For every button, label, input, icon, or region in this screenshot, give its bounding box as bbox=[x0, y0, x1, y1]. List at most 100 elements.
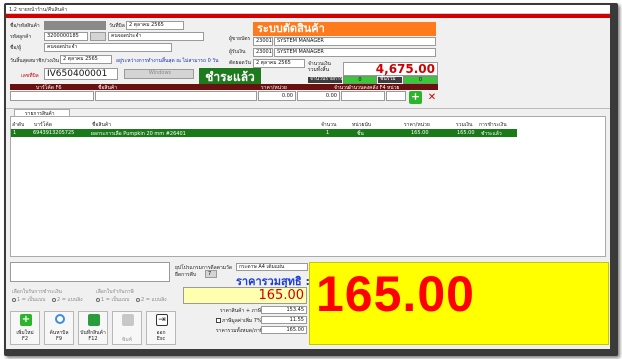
search-button-key: F9 bbox=[55, 336, 63, 342]
pcs-count: 0 bbox=[403, 76, 438, 84]
print-button-label: พิมพ์ bbox=[122, 337, 132, 343]
paper-size-select[interactable]: กระดาษ A4 เต็มแผ่น bbox=[236, 263, 308, 271]
row-unit: ชิ้น bbox=[357, 131, 364, 137]
row-status: ชำระแล้ว bbox=[481, 131, 502, 137]
due-date-field[interactable]: 2 ตุลาคม 2565 bbox=[253, 59, 305, 68]
grid-col-no: ลำดับ bbox=[12, 122, 25, 128]
window-title: 1.2 ขายหน้าร้าน/คืนสินค้า bbox=[9, 7, 68, 13]
customer-display: 165.00 bbox=[309, 262, 609, 345]
radio-icon bbox=[96, 297, 100, 302]
cashier-name-field[interactable]: SYSTEM MANAGER bbox=[274, 37, 436, 46]
search-button[interactable]: ค้นหาบิล F9 bbox=[44, 311, 74, 345]
save-button[interactable]: บันทึกสินค้า F12 bbox=[78, 311, 108, 345]
checkbox-icon bbox=[216, 318, 221, 323]
net-total-value: 165.00 bbox=[183, 287, 307, 304]
cashier-label: ผู้ขายบัตร bbox=[229, 36, 251, 42]
system-banner: ระบบตัดสินค้า bbox=[253, 22, 436, 36]
radio-icon bbox=[136, 297, 140, 302]
due-label: ตัดยอดวัน bbox=[229, 60, 251, 66]
entry-qty-input[interactable]: 0.00 bbox=[297, 91, 340, 101]
save-icon bbox=[88, 314, 100, 326]
member-no-label: รหัสลูกค้า bbox=[10, 34, 32, 40]
tax-opt2[interactable]: 2 = แบบลิง bbox=[136, 296, 167, 304]
grand-total-label: ราคารวมทั้งหมด/ภาษี bbox=[216, 328, 264, 334]
grid-col-total: รวมเงิน bbox=[456, 122, 473, 128]
member-name-field[interactable]: คนจอดประจำ bbox=[108, 32, 204, 41]
tax-opt1[interactable]: 1 = เป็นแบบ bbox=[96, 296, 129, 304]
vat-label-text: ภาษีมูลค่าเพิ่ม 7% bbox=[222, 318, 262, 324]
member-lookup-button[interactable] bbox=[90, 32, 106, 41]
approver-code-field[interactable]: 23001 bbox=[253, 48, 273, 57]
promo-value[interactable]: 7 bbox=[205, 270, 217, 278]
new-button-key: F2 bbox=[21, 336, 29, 342]
approver-name-field[interactable]: SYSTEM MANAGER bbox=[274, 48, 436, 57]
expire-note: อยู่ระหว่างการทำงานสิ้นสุด ณ ไม่สามารถ 0… bbox=[116, 58, 219, 64]
table-row[interactable]: 1 6943913205725 ผลกระการเลือ Pumpkin 20 … bbox=[11, 129, 517, 137]
promo-sub-label: ยืดการตีบ bbox=[175, 272, 197, 278]
exit-button[interactable]: ⇥ ออก Esc bbox=[146, 311, 176, 345]
row-qty: 1 bbox=[326, 130, 330, 136]
add-icon: + bbox=[20, 314, 32, 326]
customer-display-amount: 165.00 bbox=[316, 266, 475, 322]
print-button[interactable]: พิมพ์ bbox=[112, 311, 142, 345]
tab-items[interactable]: รายการสินค้า bbox=[14, 109, 70, 117]
barcode-input[interactable] bbox=[44, 21, 106, 30]
vat-value: 11.55 bbox=[261, 316, 307, 324]
expire-date-field[interactable]: 2 ตุลาคม 2565 bbox=[60, 55, 112, 64]
radio-icon bbox=[12, 297, 16, 302]
total-amount: 4,675.00 bbox=[343, 62, 438, 76]
grand-total-value: 165.00 bbox=[261, 326, 307, 334]
new-button[interactable]: + เพิ่มใหม่ F2 bbox=[10, 311, 40, 345]
exit-button-key: Esc bbox=[156, 336, 166, 342]
qty-label: จำนวนรายการ bbox=[308, 76, 343, 83]
add-item-button[interactable]: + bbox=[409, 91, 422, 104]
entry-name-input[interactable] bbox=[95, 91, 257, 101]
expire-label: วันสิ้นสุดสมาชิก/วงเงิน bbox=[10, 58, 60, 64]
barcode-label: ชื่อ/รหัสสินค้า bbox=[10, 23, 40, 29]
remark-textarea[interactable] bbox=[10, 262, 170, 282]
windows-button[interactable]: Windows bbox=[124, 69, 194, 79]
member-no-field[interactable]: 3200000185 bbox=[44, 32, 88, 41]
radio-icon bbox=[52, 297, 56, 302]
exit-icon: ⇥ bbox=[156, 314, 168, 326]
qty-count: 0 bbox=[343, 76, 377, 84]
tax-opt1-label: 1 = เป็นแบบ bbox=[101, 297, 130, 303]
name-label: ชื่อ/ผู้ bbox=[10, 45, 22, 51]
print-icon bbox=[122, 314, 134, 326]
save-button-key: F12 bbox=[88, 336, 98, 342]
sales-window: 1.2 ขายหน้าร้าน/คืนสินค้า ชื่อ/รหัสสินค้… bbox=[6, 5, 610, 349]
row-no: 1 bbox=[13, 130, 17, 136]
row-barcode: 6943913205725 bbox=[33, 130, 75, 136]
subtotal-label: ราคาสินค้า + ภาษี bbox=[220, 308, 262, 314]
entry-unit-select[interactable] bbox=[386, 91, 406, 101]
tab-divider bbox=[6, 108, 610, 109]
search-icon bbox=[55, 314, 65, 324]
print-opt1-label: 1 = เป็นแบบ bbox=[17, 297, 46, 303]
total-label: จำนวนเงิน รวมทั้งสิ้น bbox=[308, 61, 331, 73]
row-price: 165.00 bbox=[411, 130, 429, 136]
approver-label: ผู้รับเงิน bbox=[229, 49, 246, 55]
grid-col-price: ราคา/หน่วย bbox=[404, 122, 430, 128]
entry-barcode-input[interactable] bbox=[10, 91, 94, 101]
invoice-date-label: วันที่บิล bbox=[109, 23, 125, 29]
remove-item-button[interactable]: ✕ bbox=[427, 93, 437, 103]
print-opt2[interactable]: 2 = แบบลิง bbox=[52, 296, 83, 304]
title-bar: 1.2 ขายหน้าร้าน/คืนสินค้า bbox=[6, 5, 610, 14]
cashier-code-field[interactable]: 23001 bbox=[253, 37, 273, 46]
name-field[interactable]: คนจอดประจำ bbox=[44, 43, 172, 52]
grid-col-status: การชำระเงิน bbox=[479, 122, 507, 128]
grid-col-unit: หน่วยนับ bbox=[352, 122, 372, 128]
grid-col-name: ชื่อสินค้า bbox=[92, 122, 112, 128]
tax-invoice-label: เลือกใบกำกับภาษี bbox=[96, 289, 134, 295]
pcs-label: ชิ้นรวม bbox=[378, 77, 402, 83]
vat-label[interactable]: ภาษีมูลค่าเพิ่ม 7% bbox=[216, 317, 262, 325]
tax-opt2-label: 2 = แบบลิง bbox=[141, 297, 167, 303]
entry-stock-input[interactable] bbox=[341, 91, 385, 101]
invoice-date-field[interactable]: 2 ตุลาคม 2565 bbox=[126, 21, 184, 30]
subtotal-value: 153.45 bbox=[261, 306, 307, 314]
doc-no-field[interactable]: IV650400001 bbox=[44, 68, 118, 80]
entry-price-input[interactable]: 0.00 bbox=[258, 91, 296, 101]
print-opt2-label: 2 = แบบลิง bbox=[57, 297, 83, 303]
header-stripe bbox=[6, 14, 610, 18]
print-opt1[interactable]: 1 = เป็นแบบ bbox=[12, 296, 45, 304]
